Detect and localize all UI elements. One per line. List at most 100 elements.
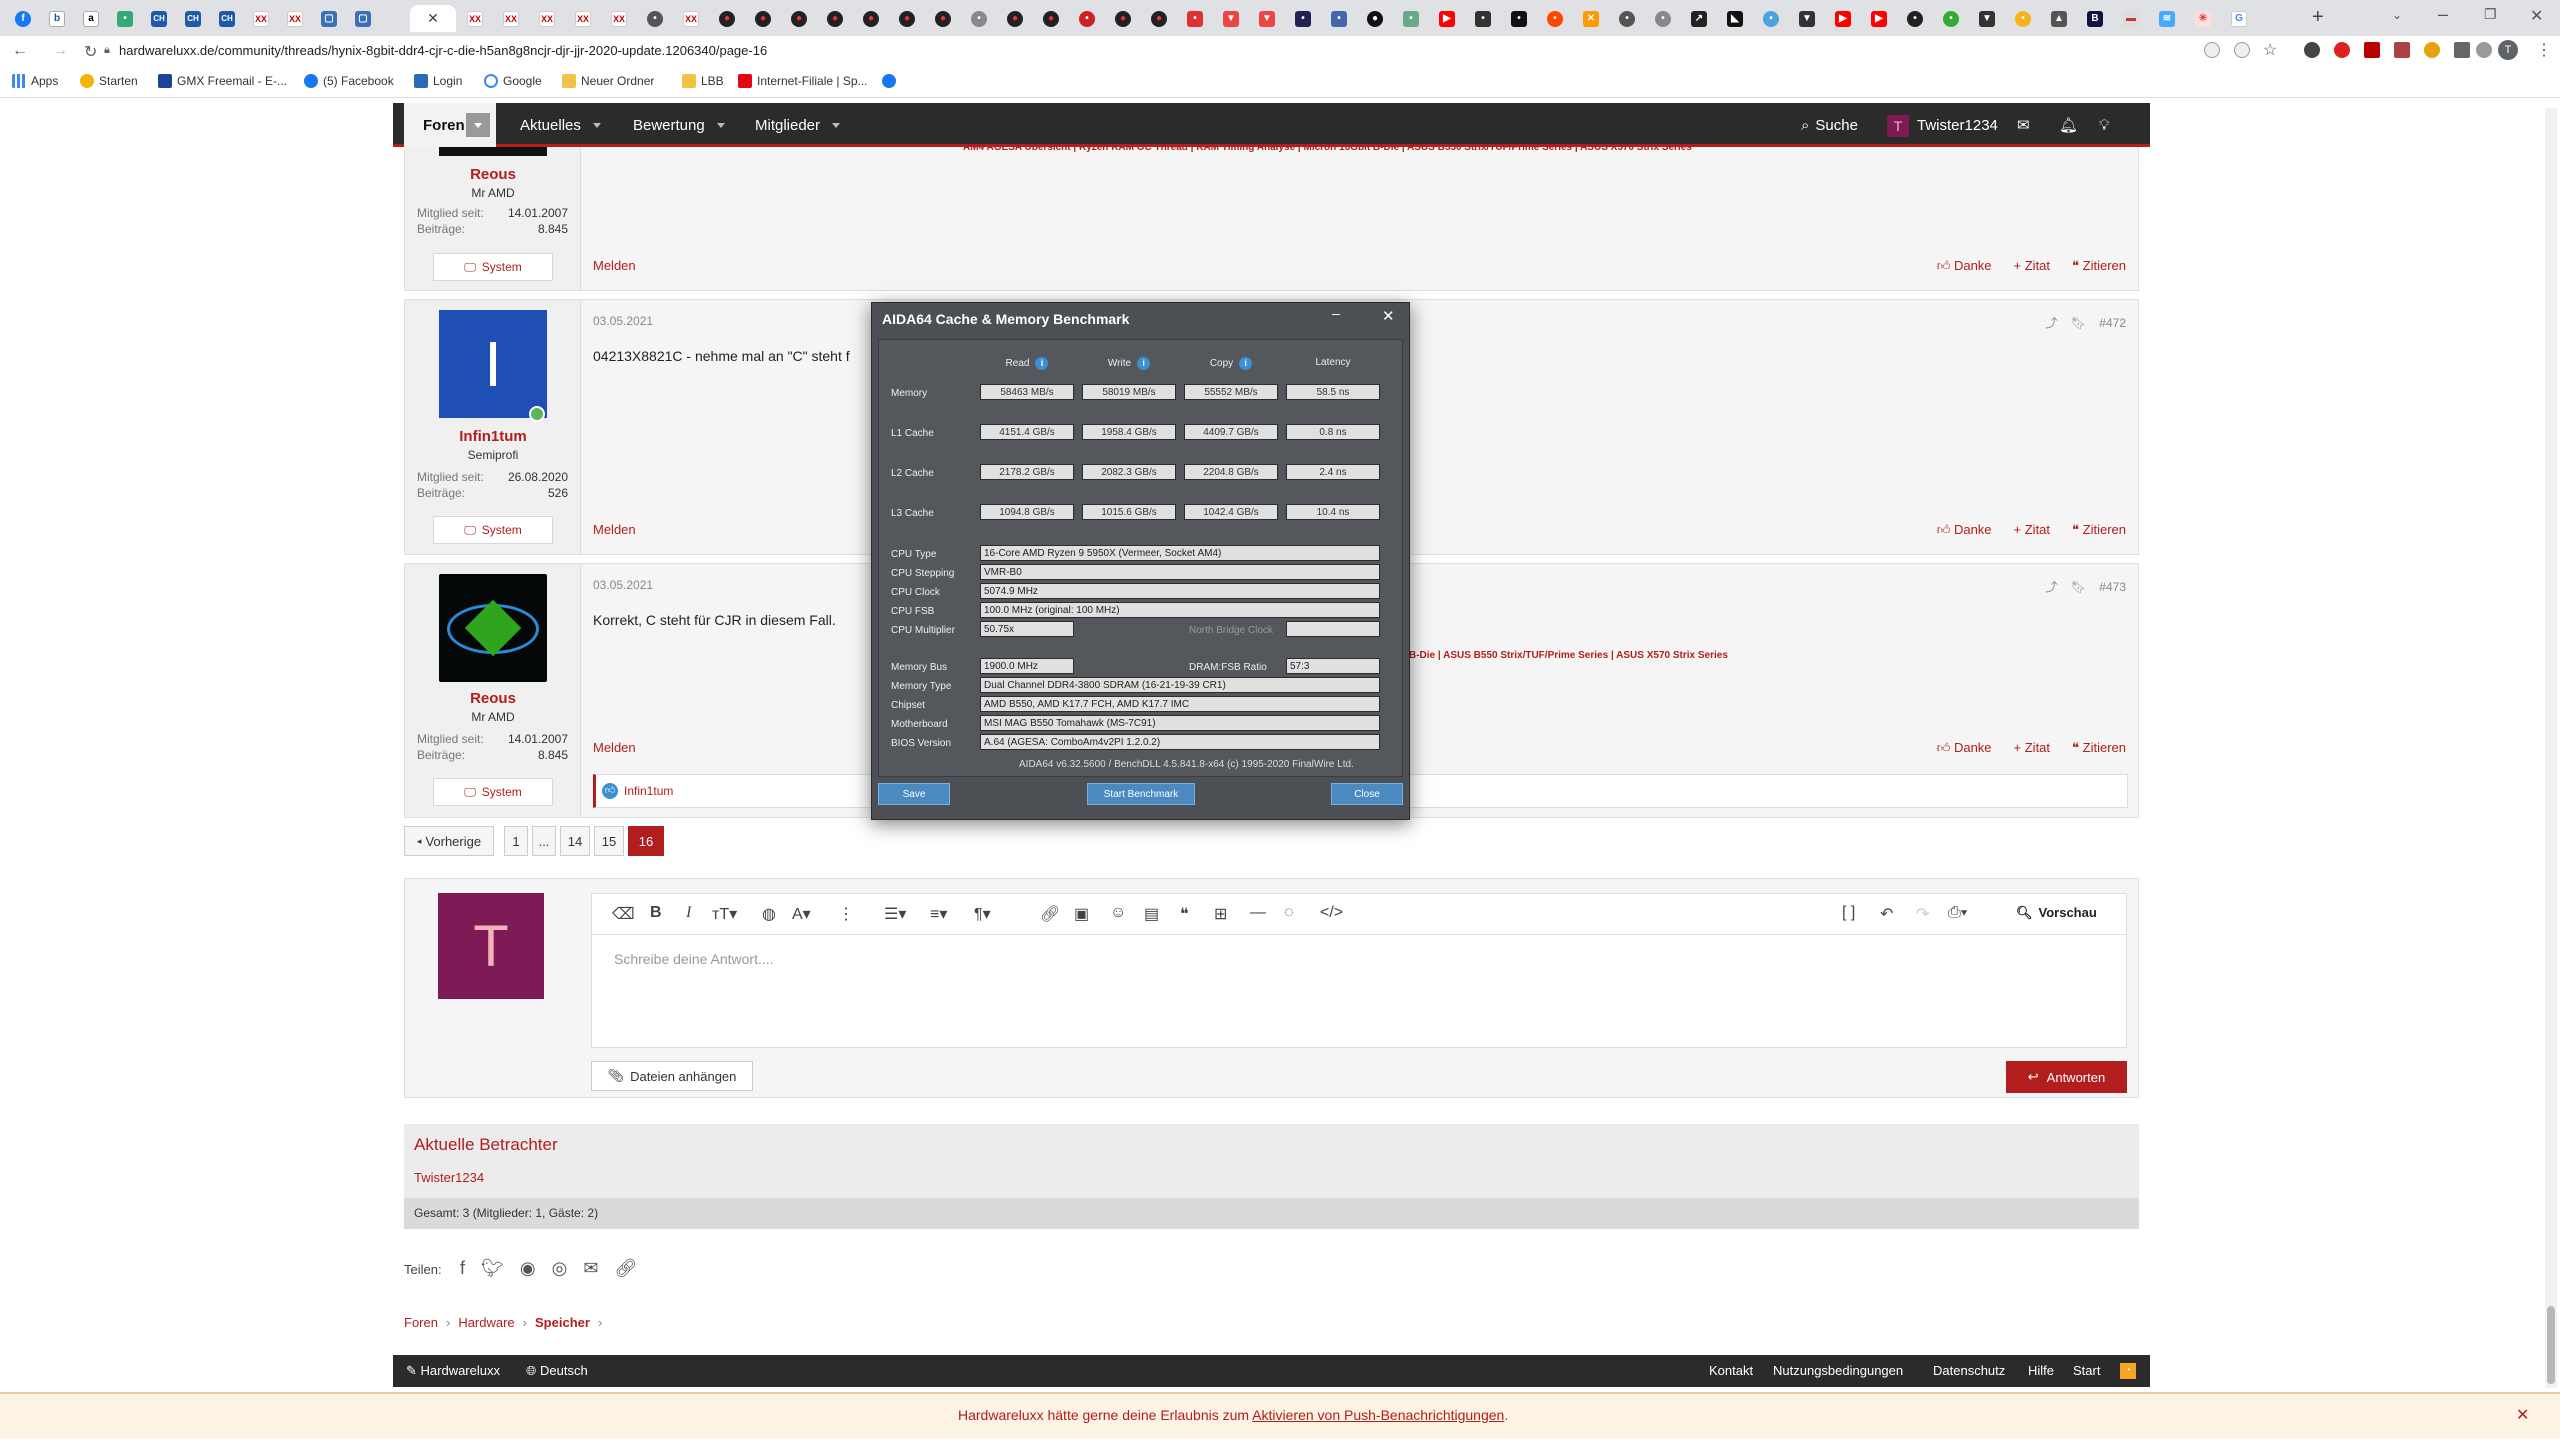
close-icon[interactable]: ✕ xyxy=(2516,1405,2529,1425)
tab-site[interactable]: ✳ xyxy=(2186,5,2220,32)
tab-youtube[interactable]: ▶ xyxy=(1430,5,1464,32)
post-number[interactable]: ⤴ 🔖︎ #473 xyxy=(2045,578,2126,595)
tab-facebook[interactable]: f xyxy=(6,5,40,32)
tab-site[interactable]: ≋ xyxy=(2150,5,2184,32)
tab-site[interactable]: • xyxy=(1934,5,1968,32)
attach-files-button[interactable]: 📎︎ Dateien anhängen xyxy=(591,1061,753,1091)
tab-shield[interactable]: ▼ xyxy=(1214,5,1248,32)
multiquote-button[interactable]: + Zitat xyxy=(2014,258,2051,274)
nav-foren-dropdown[interactable] xyxy=(466,113,490,137)
tab-close-icon[interactable]: ✕ xyxy=(427,10,439,27)
footer-link[interactable]: Datenschutz xyxy=(1933,1363,2005,1378)
pagination-prev[interactable]: ◂ Vorherige xyxy=(404,826,494,856)
list-icon[interactable]: ☰▾ xyxy=(884,904,906,924)
page-link[interactable]: 1 xyxy=(504,826,528,856)
share-icon[interactable]: ⤴ xyxy=(2045,316,2057,330)
report-link[interactable]: Melden xyxy=(593,258,636,273)
tab-amd[interactable]: ● xyxy=(746,5,780,32)
bookmark-starten[interactable]: Starten xyxy=(80,74,138,88)
tab-site[interactable]: • xyxy=(962,5,996,32)
post-username[interactable]: Reous xyxy=(405,166,581,183)
tab-youtube[interactable]: ▶ xyxy=(1862,5,1896,32)
tab-shield[interactable]: ▼ xyxy=(1790,5,1824,32)
tab-reddit[interactable]: • xyxy=(1538,5,1572,32)
post-number[interactable]: ⤴ 🔖︎ #472 xyxy=(2045,314,2126,331)
italic-icon[interactable]: I xyxy=(686,904,691,922)
new-tab-button[interactable]: + xyxy=(2312,6,2324,29)
tab-ch[interactable]: CH xyxy=(176,5,210,32)
tab-site[interactable]: • xyxy=(638,5,672,32)
tab-site[interactable]: • xyxy=(1898,5,1932,32)
bookmark-login[interactable]: Login xyxy=(414,74,462,88)
tab-ch[interactable]: CH xyxy=(142,5,176,32)
page-current[interactable]: 16 xyxy=(628,826,664,856)
signature[interactable]: B-Die | ASUS B550 Strix/TUF/Prime Series… xyxy=(1409,650,1728,661)
tab-site[interactable]: • xyxy=(1466,5,1500,32)
nav-bewertung[interactable]: Bewertung xyxy=(633,103,725,147)
fullscreen-icon[interactable]: [ ] xyxy=(1842,904,1855,922)
image-icon[interactable]: ▣ xyxy=(1074,904,1089,924)
start-benchmark-button[interactable]: Start Benchmark xyxy=(1087,783,1195,805)
redo-icon[interactable]: ↷ xyxy=(1916,904,1929,924)
tab-hwluxx[interactable]: XX xyxy=(530,5,564,32)
save-button[interactable]: Save xyxy=(878,783,950,805)
reload-icon[interactable]: ↻ xyxy=(84,42,97,62)
url-text[interactable]: hardwareluxx.de/community/threads/hynix-… xyxy=(119,43,767,58)
system-button[interactable]: 🖵︎ System xyxy=(433,253,553,281)
avatar[interactable]: T xyxy=(438,893,544,999)
aida64-dialog[interactable]: AIDA64 Cache & Memory Benchmark – ✕ Read… xyxy=(871,302,1410,820)
tab-amd[interactable]: ● xyxy=(998,5,1032,32)
tab-amd[interactable]: ● xyxy=(818,5,852,32)
tab-site[interactable]: • xyxy=(1286,5,1320,32)
page-scrollbar[interactable] xyxy=(2545,108,2557,1388)
install-icon[interactable] xyxy=(2204,42,2220,58)
nav-foren[interactable]: Foren xyxy=(404,103,496,147)
bookmark-icon[interactable]: 🔖︎ xyxy=(2071,580,2086,594)
tab-amd[interactable]: ● xyxy=(854,5,888,32)
forward-icon[interactable]: → xyxy=(52,42,68,60)
nav-user[interactable]: T Twister1234 xyxy=(1887,103,1998,147)
link-icon[interactable]: 🔗︎ xyxy=(614,1258,637,1279)
info-icon[interactable]: i xyxy=(1035,357,1049,370)
quote-button[interactable]: ❝ Zitieren xyxy=(2072,258,2126,274)
footer-link[interactable]: Start xyxy=(2073,1363,2100,1378)
font-color-icon[interactable]: A▾ xyxy=(792,904,811,924)
multiquote-button[interactable]: + Zitat xyxy=(2014,740,2051,756)
close-button[interactable]: Close xyxy=(1331,783,1403,805)
nav-mitglieder[interactable]: Mitglieder xyxy=(755,103,841,147)
viewers-title[interactable]: Aktuelle Betrachter xyxy=(414,1135,558,1155)
puzzle-icon[interactable] xyxy=(2454,42,2470,58)
footer-brand[interactable]: ✎ Hardwareluxx xyxy=(406,1363,500,1379)
tab-hwluxx[interactable]: XX xyxy=(566,5,600,32)
tab-site[interactable]: • xyxy=(108,5,142,32)
more-icon[interactable]: ⋮ xyxy=(838,904,854,924)
breadcrumb-item[interactable]: Hardware xyxy=(458,1315,514,1330)
tab-site[interactable]: ▬ xyxy=(2114,5,2148,32)
bookmark-sparkasse[interactable]: Internet-Filiale | Sp... xyxy=(738,74,868,88)
font-size-icon[interactable]: тT▾ xyxy=(712,904,737,924)
tab-chat[interactable]: ▢ xyxy=(312,5,346,32)
reply-button[interactable]: ↩ Antworten xyxy=(2006,1061,2127,1093)
breadcrumb-item[interactable]: Foren xyxy=(404,1315,438,1330)
extension-icon[interactable] xyxy=(2304,42,2320,58)
system-button[interactable]: 🖵︎ System xyxy=(433,516,553,544)
tab-site[interactable]: • xyxy=(1610,5,1644,32)
tab-site[interactable]: • xyxy=(1322,5,1356,32)
extension-icon[interactable] xyxy=(2424,42,2440,58)
lightbulb-icon[interactable]: 💡︎ xyxy=(2099,103,2110,147)
nav-aktuelles[interactable]: Aktuelles xyxy=(520,103,601,147)
reaction-user[interactable]: Infin1tum xyxy=(624,784,673,798)
twitter-icon[interactable]: 🐦︎ xyxy=(481,1258,504,1279)
minimize-button[interactable]: – xyxy=(1332,305,1340,321)
bookmark-icon[interactable]: 🔖︎ xyxy=(2071,316,2086,330)
inbox-icon[interactable]: ✉ xyxy=(2017,103,2030,147)
tab-youtube[interactable]: ▶ xyxy=(1826,5,1860,32)
tab-shield[interactable]: ▼ xyxy=(1250,5,1284,32)
drafts-icon[interactable]: ⎙▾ xyxy=(1948,904,1968,922)
tab-site[interactable]: ✕ xyxy=(1574,5,1608,32)
share-icon[interactable]: ⤴ xyxy=(2045,580,2057,594)
tab-amd[interactable]: ● xyxy=(782,5,816,32)
like-button[interactable]: 👍︎ Danke xyxy=(1937,740,1992,756)
post-username[interactable]: Infin1tum xyxy=(405,428,581,445)
tab-hwluxx[interactable]: XX xyxy=(602,5,636,32)
